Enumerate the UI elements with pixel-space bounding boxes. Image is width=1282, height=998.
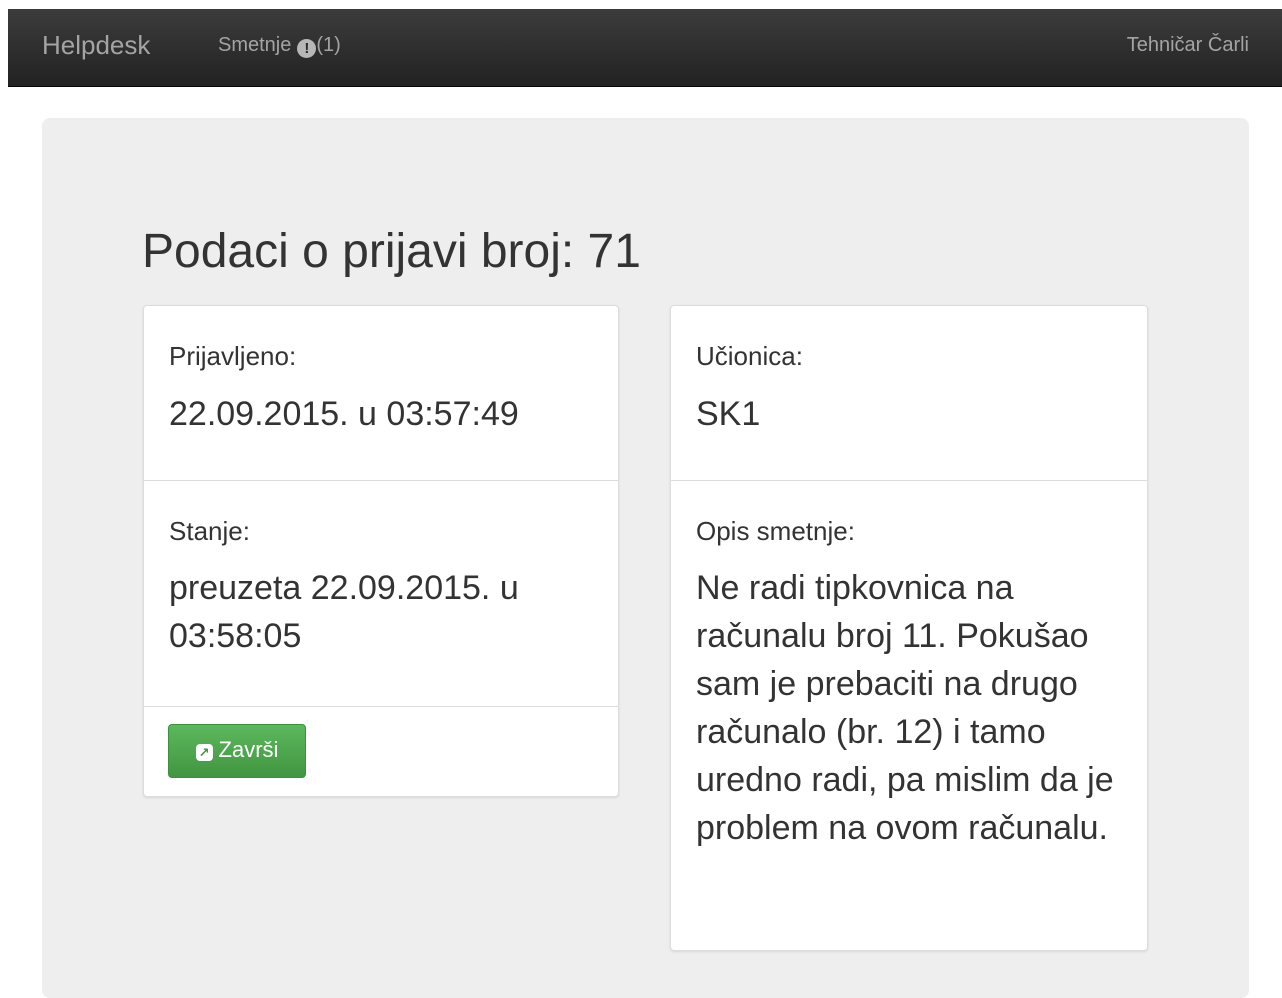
state-label: Stanje: (169, 516, 250, 546)
panel-divider (144, 706, 618, 707)
share-square-icon: ↗ (195, 744, 213, 761)
finish-button[interactable]: ↗ Završi (168, 724, 306, 778)
panel-divider (144, 480, 618, 481)
description-value: Ne radi tipkovnica na računalu broj 11. … (696, 569, 1114, 847)
nav-link-count: (1) (316, 34, 341, 56)
report-details-panel: Učionica: SK1 Opis smetnje: Ne radi tipk… (670, 305, 1148, 951)
classroom-value: SK1 (696, 395, 761, 433)
brand-link[interactable]: Helpdesk (42, 9, 150, 86)
page-title: Podaci o prijavi broj: 71 (142, 225, 641, 278)
state-value: preuzeta 22.09.2015. u 03:58:05 (169, 569, 519, 655)
top-navbar: Helpdesk Smetnje! (1) Tehničar Čarli (8, 9, 1282, 87)
exclamation-circle-icon: ! (297, 39, 317, 58)
nav-link-label: Smetnje (218, 34, 292, 56)
reported-label: Prijavljeno: (169, 341, 297, 371)
report-status-panel: Prijavljeno: 22.09.2015. u 03:57:49 Stan… (143, 305, 619, 797)
panel-divider (671, 480, 1147, 481)
nav-link-smetnje[interactable]: Smetnje! (1) (218, 9, 341, 86)
reported-value: 22.09.2015. u 03:57:49 (169, 395, 519, 433)
finish-button-label: Završi (218, 737, 279, 762)
description-label: Opis smetnje: (696, 516, 855, 546)
classroom-label: Učionica: (696, 341, 803, 371)
user-menu-link[interactable]: Tehničar Čarli (1127, 9, 1249, 86)
